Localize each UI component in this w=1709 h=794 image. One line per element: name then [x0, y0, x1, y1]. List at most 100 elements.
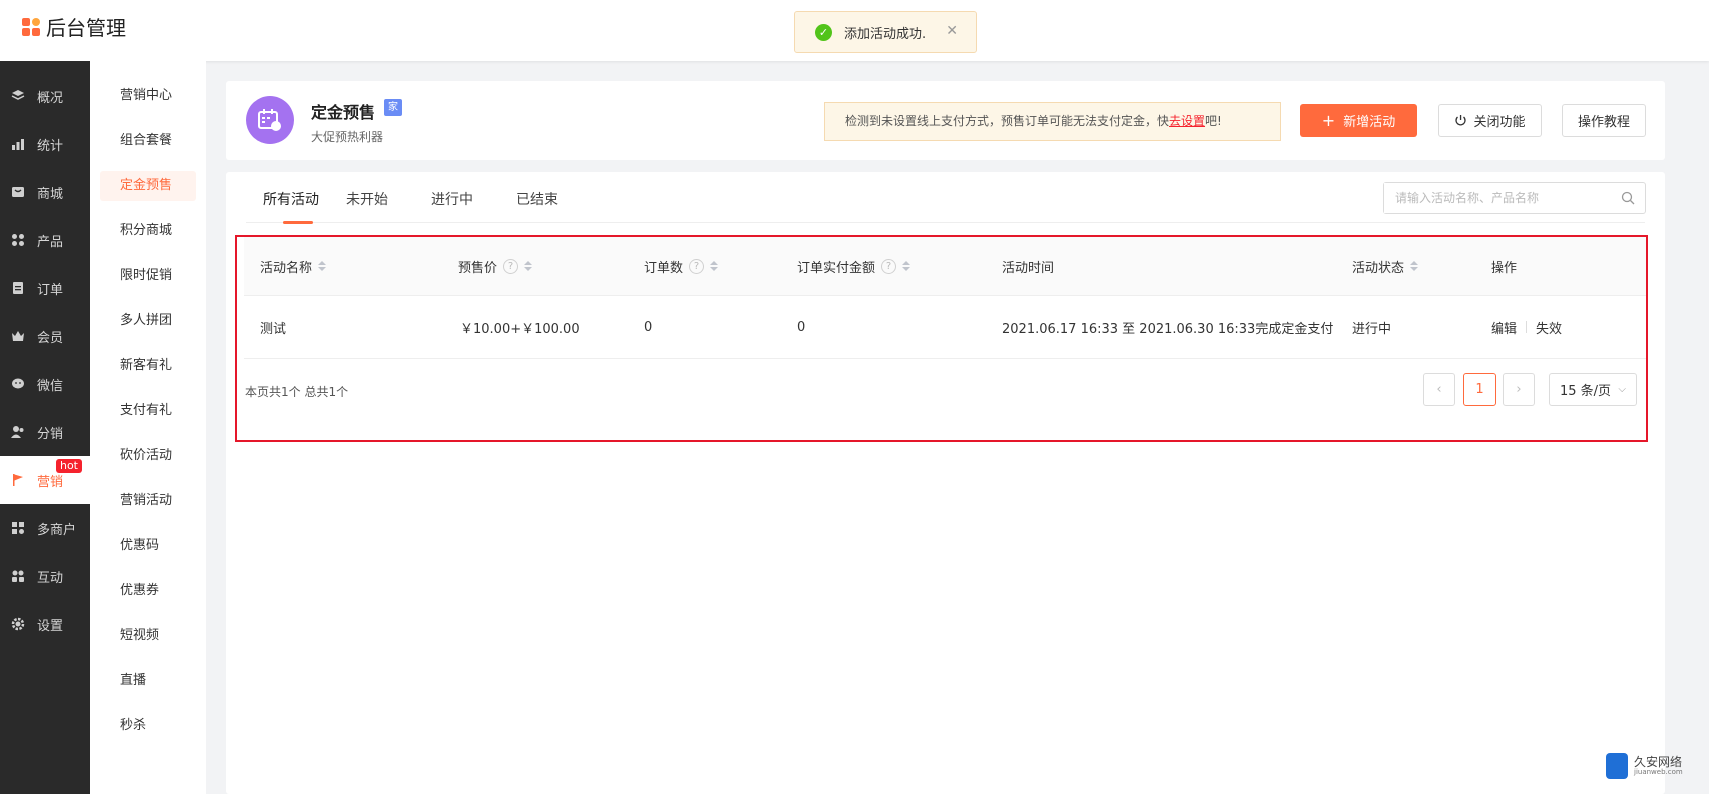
subnav-item[interactable]: 优惠码 [100, 531, 196, 561]
sidebar-item-label: 互动 [37, 570, 64, 586]
active-tab-indicator [283, 221, 313, 224]
close-icon[interactable]: ✕ [946, 23, 958, 39]
cell-actions: 编辑 失效 [1491, 296, 1562, 358]
column-header-name[interactable]: 活动名称 [260, 237, 327, 295]
subnav-item[interactable]: 营销活动 [100, 486, 196, 516]
feature-tag-icon: 家 [384, 99, 402, 116]
cell-orders: 0 [644, 319, 653, 335]
invalidate-link[interactable]: 失效 [1536, 318, 1562, 337]
plus-icon: + [1321, 110, 1336, 130]
column-label: 预售价 [458, 260, 498, 276]
cell-time: 2021.06.17 16:33 至 2021.06.30 16:33完成定金支… [1002, 321, 1334, 337]
sidebar-item-store[interactable]: 商城 [0, 168, 90, 216]
layers-icon [11, 89, 25, 103]
sort-icon[interactable] [318, 261, 327, 271]
sidebar-item-label: 多商户 [37, 522, 77, 538]
subnav-item[interactable]: 营销中心 [100, 81, 196, 111]
watermark-logo: 久安网络 jiuanweb.com [1606, 753, 1683, 779]
subnav-item[interactable]: 秒杀 [100, 711, 196, 741]
sidebar-item-marketing[interactable]: 营销 hot [0, 456, 90, 504]
watermark-url: jiuanweb.com [1634, 768, 1683, 776]
chevron-right-icon: › [1516, 382, 1522, 397]
sidebar-item-members[interactable]: 会员 [0, 312, 90, 360]
go-settings-link[interactable]: 去设置 [1169, 114, 1205, 128]
sidebar-item-settings[interactable]: 设置 [0, 600, 90, 648]
flag-icon [11, 473, 25, 487]
subnav-item[interactable]: 组合套餐 [100, 126, 196, 156]
sidebar-item-distribution[interactable]: 分销 [0, 408, 90, 456]
sort-icon[interactable] [1410, 261, 1419, 271]
search-input[interactable] [1384, 183, 1604, 213]
subnav-item[interactable]: 直播 [100, 666, 196, 696]
tab-not-started[interactable]: 未开始 [346, 189, 388, 209]
subnav-item[interactable]: 多人拼团 [100, 306, 196, 336]
interact-icon [11, 569, 25, 583]
gear-icon [11, 617, 25, 631]
watermark-text-block: 久安网络 jiuanweb.com [1634, 756, 1683, 776]
subnav-item[interactable]: 积分商城 [100, 216, 196, 246]
search-icon[interactable] [1621, 191, 1635, 209]
sidebar-item-interaction[interactable]: 互动 [0, 552, 90, 600]
sidebar-item-label: 营销 [37, 474, 64, 490]
help-icon[interactable]: ? [503, 258, 519, 274]
tab-all[interactable]: 所有活动 [263, 189, 319, 209]
sidebar-item-label: 产品 [37, 234, 64, 250]
column-label: 活动名称 [260, 260, 313, 276]
tutorial-button[interactable]: 操作教程 [1562, 104, 1646, 137]
sidebar-item-products[interactable]: 产品 [0, 216, 90, 264]
marketing-subnav: 营销中心 组合套餐 定金预售 积分商城 限时促销 多人拼团 新客有礼 支付有礼 … [90, 61, 206, 794]
help-icon[interactable]: ? [689, 258, 705, 274]
prev-page-button[interactable]: ‹ [1423, 373, 1455, 406]
cell-price: ￥10.00+￥100.00 [460, 321, 580, 337]
subnav-item[interactable]: 优惠券 [100, 576, 196, 606]
column-header-orders[interactable]: 订单数 ? [644, 237, 719, 295]
primary-sidebar: 概况 统计 商城 产品 订单 会员 微信 分销 营销 hot 多商户 互动 设置 [0, 61, 90, 794]
subnav-item[interactable]: 限时促销 [100, 261, 196, 291]
column-header-status[interactable]: 活动状态 [1352, 237, 1419, 295]
sort-icon[interactable] [710, 261, 719, 271]
add-activity-button[interactable]: + 新增活动 [1300, 104, 1417, 137]
stats-icon [11, 137, 25, 151]
logo-icon [22, 17, 40, 36]
next-page-button[interactable]: › [1503, 373, 1535, 406]
sidebar-item-label: 统计 [37, 138, 64, 154]
wechat-icon [11, 377, 25, 391]
shop-icon [11, 521, 25, 535]
sidebar-item-label: 订单 [37, 282, 64, 298]
sidebar-item-wechat[interactable]: 微信 [0, 360, 90, 408]
column-header-actions: 操作 [1491, 260, 1518, 276]
page-number-current[interactable]: 1 [1463, 373, 1496, 406]
subnav-item-presale[interactable]: 定金预售 [100, 171, 196, 201]
subnav-item[interactable]: 砍价活动 [100, 441, 196, 471]
table-row: 测试 ￥10.00+￥100.00 0 0 2021.06.17 16:33 至… [244, 296, 1646, 359]
chevron-left-icon: ‹ [1436, 382, 1442, 397]
power-icon [1454, 114, 1467, 127]
subnav-item[interactable]: 新客有礼 [100, 351, 196, 381]
activity-list-panel: 所有活动 未开始 进行中 已结束 活动名称 预售价 ? 订单数 ? [226, 172, 1665, 794]
success-toast: ✓ 添加活动成功. ✕ [794, 11, 977, 53]
subnav-item[interactable]: 支付有礼 [100, 396, 196, 426]
disable-feature-label: 关闭功能 [1473, 115, 1526, 130]
tab-ended[interactable]: 已结束 [516, 189, 558, 209]
app-logo[interactable]: 后台管理 [22, 12, 126, 41]
edit-link[interactable]: 编辑 [1491, 318, 1517, 337]
sidebar-item-label: 概况 [37, 90, 64, 106]
warning-suffix: 吧! [1205, 114, 1222, 128]
page-title: 定金预售 [311, 103, 376, 122]
page-size-select[interactable]: 15 条/页 ⌵ [1549, 373, 1637, 406]
column-header-paid[interactable]: 订单实付金额 ? [797, 237, 911, 295]
tab-in-progress[interactable]: 进行中 [431, 189, 473, 209]
subnav-item[interactable]: 短视频 [100, 621, 196, 651]
sidebar-item-stats[interactable]: 统计 [0, 120, 90, 168]
warning-text: 检测到未设置线上支付方式，预售订单可能无法支付定金，快 [845, 114, 1170, 128]
sort-icon[interactable] [524, 261, 533, 271]
disable-feature-button[interactable]: 关闭功能 [1438, 104, 1542, 137]
pagination-summary: 本页共1个 总共1个 [245, 385, 349, 399]
crown-icon [11, 329, 25, 343]
sidebar-item-multi-merchant[interactable]: 多商户 [0, 504, 90, 552]
column-header-price[interactable]: 预售价 ? [458, 237, 533, 295]
sort-icon[interactable] [902, 261, 911, 271]
sidebar-item-orders[interactable]: 订单 [0, 264, 90, 312]
help-icon[interactable]: ? [881, 258, 897, 274]
sidebar-item-overview[interactable]: 概况 [0, 72, 90, 120]
